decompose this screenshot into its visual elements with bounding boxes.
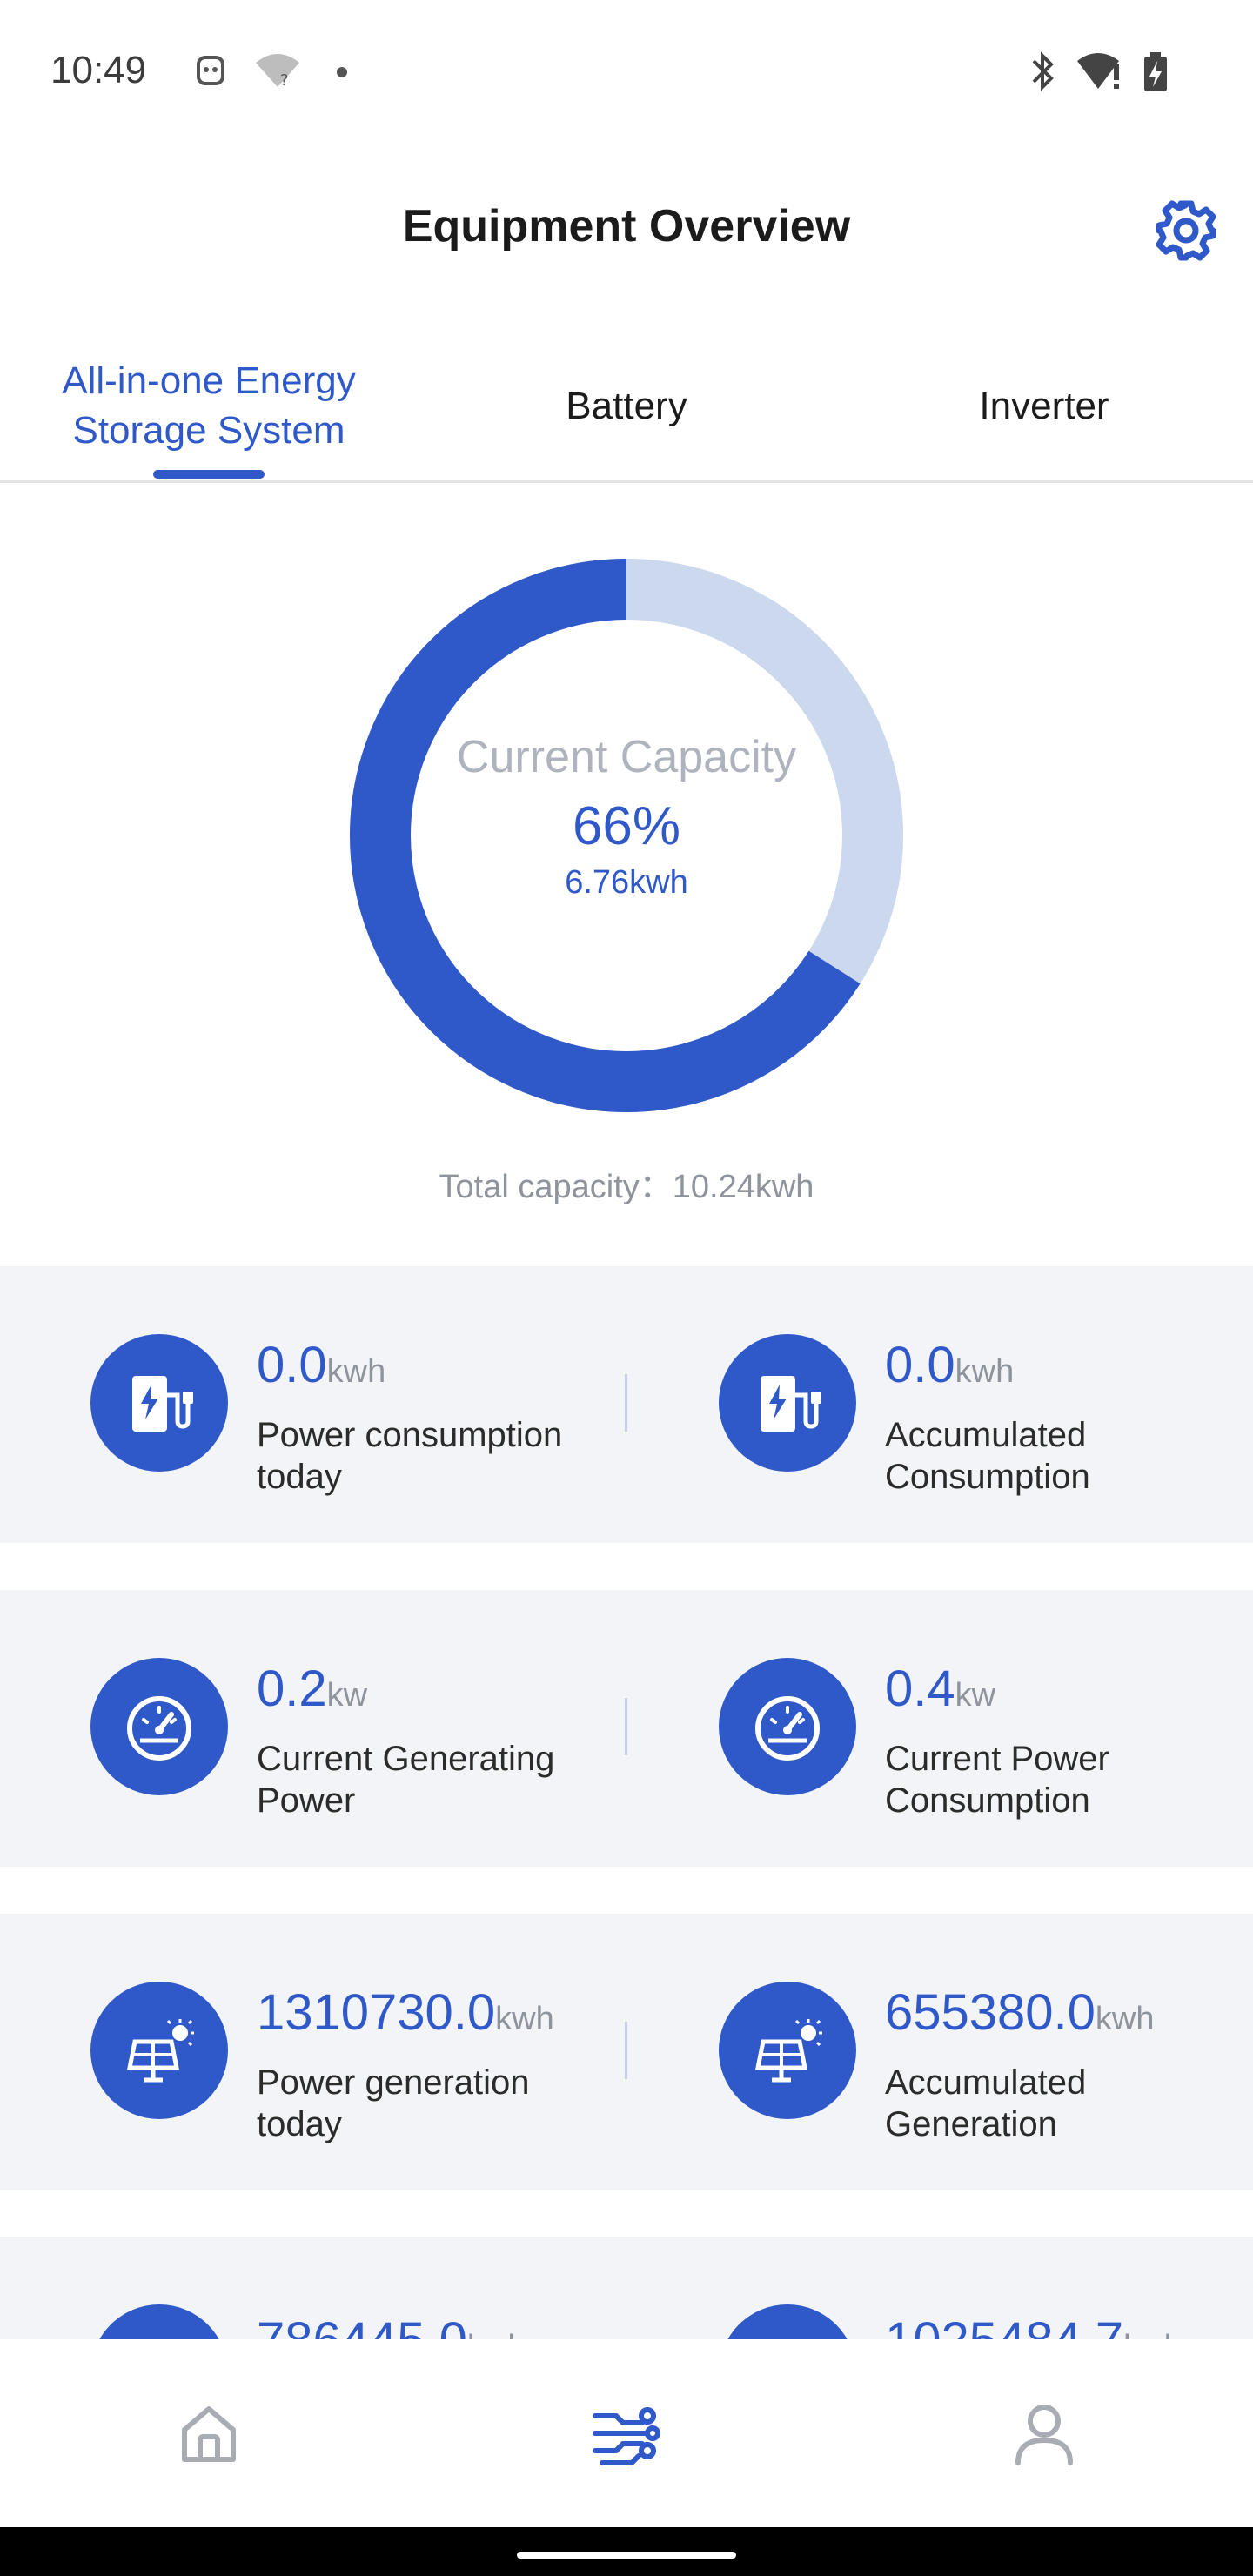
nav-equipment[interactable] xyxy=(418,2339,835,2527)
stat-label: Current Power Consumption xyxy=(885,1740,1109,1820)
stat-label: Accumulated Generation xyxy=(885,2063,1087,2143)
bluetooth-icon xyxy=(1025,50,1060,97)
charging-station-icon xyxy=(90,1334,228,1472)
stat-label: Power generation today xyxy=(257,2063,530,2143)
stat-accumulated-generation[interactable]: 655380.0kwh Accumulated Generation xyxy=(628,1914,1253,2190)
status-time: 10:49 xyxy=(50,49,147,91)
tab-inverter[interactable]: Inverter xyxy=(835,331,1253,480)
home-icon xyxy=(182,2406,236,2462)
notification-face-icon xyxy=(193,50,228,93)
stat-unit: kw xyxy=(326,1677,368,1714)
stat-value: 0.2 xyxy=(257,1660,327,1717)
tab-label: All-in-one Energy Storage System xyxy=(62,359,356,452)
stat-unit: kw xyxy=(955,1677,996,1714)
charging-station-icon xyxy=(719,1334,856,1472)
stat-power-generation-today[interactable]: 1310730.0kwh Power generation today xyxy=(0,1914,626,2190)
stat-panel-power: 0.2kw Current Generating Power 0.4kw Cur… xyxy=(0,1590,1253,1867)
stat-value: 1310730.0 xyxy=(257,1984,496,2041)
svg-text:?: ? xyxy=(280,71,289,89)
stat-power-consumption-today[interactable]: 0.0kwh Power consumption today xyxy=(0,1266,626,1543)
stat-current-power-consumption[interactable]: 0.4kw Current Power Consumption xyxy=(628,1590,1253,1867)
user-icon xyxy=(1015,2405,1073,2465)
home-gesture-handle[interactable] xyxy=(517,2552,736,2559)
stat-label: Accumulated Consumption xyxy=(885,1416,1090,1496)
stat-label: Current Generating Power xyxy=(257,1740,555,1820)
nav-profile[interactable] xyxy=(835,2339,1253,2527)
circuit-icon xyxy=(593,2407,660,2465)
stat-divider xyxy=(625,1374,627,1432)
stat-divider xyxy=(625,2022,627,2079)
active-tab-indicator xyxy=(153,470,265,479)
tab-bar: All-in-one Energy Storage System Battery… xyxy=(0,331,1253,483)
capacity-center: Current Capacity 66% 6.76kwh xyxy=(348,731,905,902)
stat-value: 0.0 xyxy=(257,1337,327,1393)
stat-value: 0.4 xyxy=(885,1660,955,1717)
stat-unit: kwh xyxy=(1095,2001,1155,2037)
stat-value: 0.0 xyxy=(885,1337,955,1393)
speedometer-icon xyxy=(90,1658,228,1795)
dot-icon xyxy=(336,66,348,83)
stat-value: 655380.0 xyxy=(885,1984,1096,2041)
bottom-nav xyxy=(0,2339,1253,2527)
settings-button[interactable] xyxy=(1154,198,1218,263)
stat-unit: kwh xyxy=(326,1353,386,1390)
tab-all-in-one[interactable]: All-in-one Energy Storage System xyxy=(0,331,418,480)
solar-panel-icon xyxy=(719,1982,856,2119)
stat-panel-consumption: 0.0kwh Power consumption today 0.0kwh Ac… xyxy=(0,1266,1253,1543)
battery-charging-icon xyxy=(1142,50,1169,98)
stat-accumulated-consumption[interactable]: 0.0kwh Accumulated Consumption xyxy=(628,1266,1253,1543)
tab-label: Inverter xyxy=(979,384,1109,427)
page-title: Equipment Overview xyxy=(402,201,851,252)
capacity-label: Current Capacity xyxy=(456,732,797,782)
capacity-percent: 66% xyxy=(572,796,681,856)
capacity-energy: 6.76kwh xyxy=(565,864,688,901)
signal-alert-icon xyxy=(1075,50,1122,97)
wifi-question-icon: ? xyxy=(254,50,301,93)
gear-icon xyxy=(1156,200,1216,261)
stat-unit: kwh xyxy=(495,2001,554,2037)
stat-current-generating-power[interactable]: 0.2kw Current Generating Power xyxy=(0,1590,626,1867)
tab-label: Battery xyxy=(566,384,687,427)
stat-unit: kwh xyxy=(955,1353,1015,1390)
solar-panel-icon xyxy=(90,1982,228,2119)
total-capacity: Total capacity：10.24kwh xyxy=(439,1169,814,1205)
stat-panel-generation: 1310730.0kwh Power generation today 6553… xyxy=(0,1914,1253,2190)
speedometer-icon xyxy=(719,1658,856,1795)
status-bar: 10:49 ? xyxy=(0,0,1253,148)
stat-label: Power consumption today xyxy=(257,1416,563,1496)
stat-divider xyxy=(625,1698,627,1755)
tab-battery[interactable]: Battery xyxy=(418,331,835,480)
nav-home[interactable] xyxy=(0,2339,418,2527)
